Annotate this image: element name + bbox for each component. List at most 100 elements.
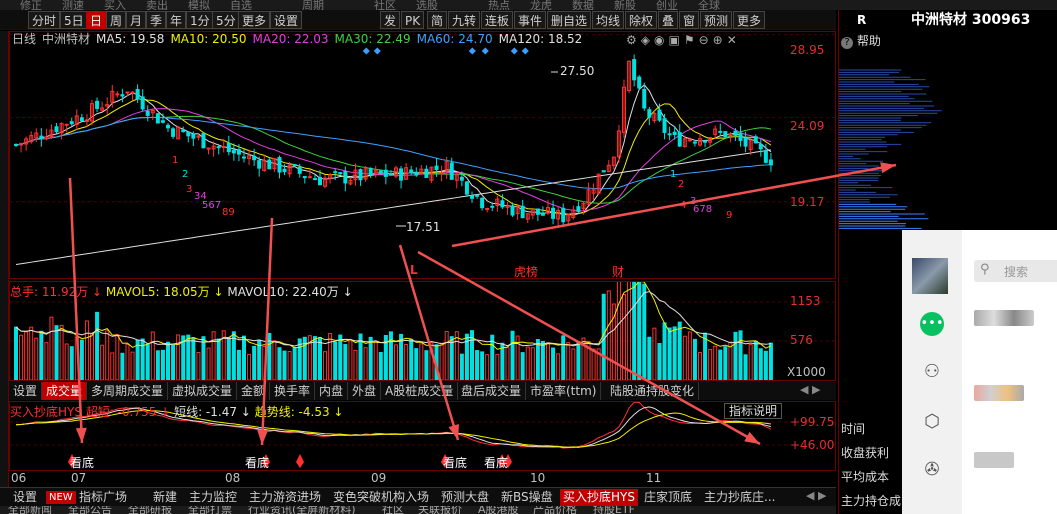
period-tab[interactable]: 分时	[28, 11, 61, 29]
chat-item-1[interactable]	[974, 310, 1034, 326]
indicator-tab[interactable]: 买入抄底HYS	[560, 489, 638, 506]
search-box[interactable]: ⚲ 搜索	[974, 260, 1057, 282]
info-tab[interactable]: A股港股	[478, 506, 519, 514]
new-badge[interactable]: NEW	[46, 491, 76, 504]
period-tab[interactable]: 日	[86, 11, 107, 29]
event-mark-lhb[interactable]: 龙虎榜	[514, 263, 538, 280]
sub-tab[interactable]: A股桩成交量	[381, 382, 459, 400]
top-menu-item[interactable]: 买入	[104, 0, 126, 10]
top-menu-item[interactable]: 自选	[230, 0, 252, 10]
sub-tab[interactable]: 盘后成交量	[457, 382, 527, 400]
top-menu-item[interactable]: 新股	[614, 0, 636, 10]
top-menu-item[interactable]: 数据	[572, 0, 594, 10]
indicator-tab[interactable]: 预测大盘	[438, 489, 492, 506]
gear-icon[interactable]: ⚙	[626, 33, 641, 47]
cube-icon[interactable]: ⬡	[920, 410, 944, 434]
tool-tab[interactable]: 更多	[733, 11, 766, 29]
period-tab[interactable]: 周	[106, 11, 127, 29]
top-menu-item[interactable]: 全球	[698, 0, 720, 10]
indicator-tab[interactable]: 庄家顶底	[641, 489, 695, 506]
top-menu-item[interactable]: 选股	[416, 0, 438, 10]
indicator-tab[interactable]: 新建	[150, 489, 180, 506]
info-tab[interactable]: 持股ETF	[593, 506, 635, 514]
indicator-tab[interactable]: 主力抄底庄...	[701, 489, 778, 506]
tool-tab[interactable]: 叠	[658, 11, 679, 29]
top-menu-item[interactable]: 卖出	[146, 0, 168, 10]
info-tab[interactable]: 全部打票	[188, 506, 232, 514]
period-tab[interactable]: 更多	[238, 11, 271, 29]
period-tab[interactable]: 月	[126, 11, 147, 29]
flag-icon[interactable]: ⚑	[684, 33, 699, 47]
indicator-tab[interactable]: 指标广场	[76, 489, 130, 506]
top-menu-item[interactable]: 修正	[20, 0, 42, 10]
indicator-explain-button[interactable]: 指标说明	[724, 403, 783, 419]
sub-tab[interactable]: 金额	[237, 382, 271, 400]
contacts-icon[interactable]: ⚇	[920, 360, 944, 384]
candle-body	[449, 162, 454, 180]
period-tab[interactable]: 5分	[212, 11, 240, 29]
tool-tab[interactable]: 连板	[481, 11, 514, 29]
period-tab[interactable]: 年	[166, 11, 187, 29]
period-tab[interactable]: 季	[146, 11, 167, 29]
indicator-tab[interactable]: 主力游资进场	[246, 489, 324, 506]
sub-tab[interactable]: 多周期成交量	[87, 382, 169, 400]
sub-tab[interactable]: 外盘	[348, 382, 382, 400]
tool-tab[interactable]: 预测	[700, 11, 733, 29]
lock-icon[interactable]: ▣	[668, 33, 683, 47]
tool-tab[interactable]: 事件	[514, 11, 547, 29]
sub-tab[interactable]: 市盈率(ttm)	[526, 382, 602, 400]
tool-tab[interactable]: 简	[427, 11, 448, 29]
close-icon[interactable]: ✕	[727, 33, 741, 47]
layers-icon[interactable]: ◈	[641, 33, 654, 47]
info-tab[interactable]: 全部公告	[68, 506, 112, 514]
top-menu-item[interactable]: 热点	[488, 0, 510, 10]
info-tab[interactable]: 全部新闻	[8, 506, 52, 514]
top-menu-item[interactable]: 周期	[302, 0, 324, 10]
tool-tab[interactable]: 删自选	[547, 11, 592, 29]
minus-icon[interactable]: ⊖	[699, 33, 713, 47]
sub-tab[interactable]: 内盘	[315, 382, 349, 400]
avatar[interactable]	[912, 258, 948, 294]
info-tab[interactable]: 关联报价	[418, 506, 462, 514]
top-menu-item[interactable]: 社区	[374, 0, 396, 10]
chat-item-3[interactable]	[974, 452, 1014, 468]
period-tab[interactable]: 设置	[270, 11, 303, 29]
indicator-tab[interactable]: 变色突破机构入场	[330, 489, 432, 506]
info-tab[interactable]: 社区	[382, 506, 404, 514]
indicator-tab[interactable]: 新BS操盘	[498, 489, 556, 506]
period-tab[interactable]: 1分	[186, 11, 214, 29]
help-row[interactable]: ? 帮助	[841, 32, 881, 49]
info-tab[interactable]: 全部研报	[128, 506, 172, 514]
event-mark-l[interactable]: L	[410, 263, 418, 277]
sub-tab[interactable]: 成交量	[42, 382, 88, 400]
info-tab[interactable]: 行业资讯(全屏新材料)	[248, 506, 356, 514]
bottom-scroll-arrows[interactable]: ◀ ▶	[806, 489, 826, 502]
sub-tab[interactable]: 虚拟成交量	[168, 382, 238, 400]
tool-tab[interactable]: 窗	[679, 11, 700, 29]
tab-scroll-arrows[interactable]: ◀ ▶	[800, 383, 820, 396]
event-mark-cai[interactable]: 财	[612, 263, 624, 280]
ind-name: 买入抄底HYS	[10, 405, 82, 419]
chat-item-2[interactable]	[974, 385, 1024, 401]
tool-tab[interactable]: 九转	[448, 11, 481, 29]
eye-icon[interactable]: ◉	[654, 33, 668, 47]
info-tab[interactable]: 产品价格	[533, 506, 577, 514]
top-menu-item[interactable]: 龙虎	[530, 0, 552, 10]
chat-bubble-icon[interactable]: •••	[920, 312, 944, 336]
indicator-tab[interactable]: 主力监控	[186, 489, 240, 506]
tool-tab[interactable]: 除权	[625, 11, 658, 29]
indicator-tab[interactable]: 设置	[10, 489, 40, 506]
tool-tab[interactable]: 发	[380, 11, 401, 29]
aperture-icon[interactable]: ✇	[920, 458, 944, 482]
sub-tab[interactable]: 陆股通持股变化	[606, 382, 700, 400]
tool-tab[interactable]: 均线	[592, 11, 625, 29]
tool-tab[interactable]: PK	[401, 11, 425, 29]
period-tab[interactable]: 5日	[60, 11, 88, 29]
sub-tab[interactable]: 设置	[9, 382, 43, 400]
plus-icon[interactable]: ⊕	[713, 33, 727, 47]
ma-legend: 日线 中洲特材 MA5: 19.58 MA10: 20.50 MA20: 22.03 MA…	[12, 31, 588, 47]
sub-tab[interactable]: 换手率	[270, 382, 316, 400]
top-menu-item[interactable]: 测速	[62, 0, 84, 10]
top-menu-item[interactable]: 模拟	[188, 0, 210, 10]
top-menu-item[interactable]: 创业	[656, 0, 678, 10]
